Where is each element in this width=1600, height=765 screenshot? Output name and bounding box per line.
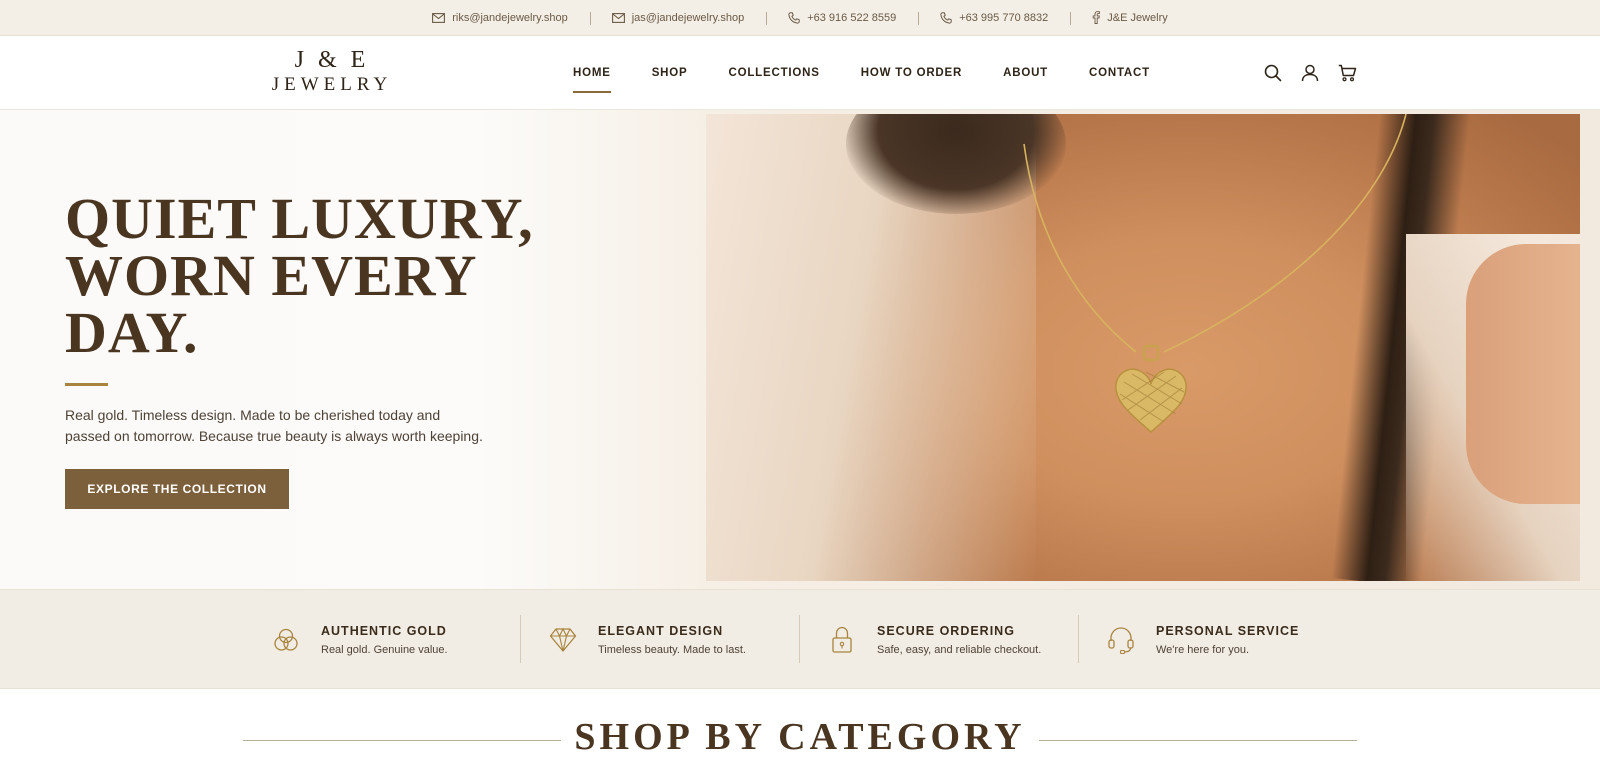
feature-title: ELEGANT DESIGN (598, 624, 724, 638)
shop-by-category-heading: SHOP BY CATEGORY (0, 710, 1600, 765)
feature-divider (1078, 615, 1079, 663)
nav-about[interactable]: ABOUT (1003, 36, 1048, 110)
feature-personal-service: PERSONAL SERVICE We're here for you. (1106, 590, 1299, 690)
feature-secure-ordering: SECURE ORDERING Safe, easy, and reliable… (827, 590, 1041, 690)
contact-email-2[interactable]: jas@jandejewelry.shop (589, 11, 766, 25)
nav-contact[interactable]: CONTACT (1089, 36, 1150, 110)
contact-phone-2[interactable]: +63 995 770 8832 (918, 11, 1070, 25)
heading-rule-right (1039, 740, 1357, 741)
hero-title-line-2: WORN EVERY (65, 243, 478, 308)
nav-home[interactable]: HOME (573, 36, 611, 110)
logo-line-2: JEWELRY (271, 74, 393, 95)
cart-icon[interactable] (1336, 62, 1358, 84)
necklace-pendant-graphic (1023, 114, 1407, 434)
mail-icon (611, 12, 625, 23)
phone-icon (788, 11, 800, 24)
search-icon[interactable] (1262, 62, 1284, 84)
feature-authentic-gold: AUTHENTIC GOLD Real gold. Genuine value. (271, 590, 448, 690)
hero-title: QUIET LUXURY, WORN EVERY DAY. (65, 186, 534, 365)
contact-facebook-text: J&E Jewelry (1107, 11, 1168, 24)
site-header: J & E JEWELRY HOME SHOP COLLECTIONS HOW … (0, 36, 1600, 110)
feature-subtitle: We're here for you. (1156, 644, 1249, 656)
nav-shop[interactable]: SHOP (652, 36, 688, 110)
contact-bar: riks@jandejewelry.shop jas@jandejewelry.… (0, 0, 1600, 36)
hero-description: Real gold. Timeless design. Made to be c… (65, 407, 483, 444)
feature-title: AUTHENTIC GOLD (321, 624, 447, 638)
feature-title: SECURE ORDERING (877, 624, 1015, 638)
nav-collections[interactable]: COLLECTIONS (729, 36, 820, 110)
facebook-icon (1092, 11, 1101, 24)
contact-facebook[interactable]: J&E Jewelry (1070, 11, 1190, 25)
phone-icon (940, 11, 952, 24)
explore-collection-button[interactable]: EXPLORE THE COLLECTION (65, 469, 289, 509)
contact-email-2-text: jas@jandejewelry.shop (631, 11, 745, 24)
contact-phone-2-text: +63 995 770 8832 (959, 11, 1049, 24)
nav-how-to-order[interactable]: HOW TO ORDER (861, 36, 962, 110)
lock-icon (827, 625, 857, 655)
feature-elegant-design: ELEGANT DESIGN Timeless beauty. Made to … (548, 590, 746, 690)
feature-divider (520, 615, 521, 663)
headset-icon (1106, 625, 1136, 655)
hero-divider (65, 383, 108, 386)
hero-title-line-1: QUIET LUXURY, (65, 186, 534, 251)
brand-logo[interactable]: J & E JEWELRY (262, 48, 402, 97)
section-title: SHOP BY CATEGORY (574, 716, 1026, 758)
mail-icon (432, 12, 446, 23)
contact-email-1[interactable]: riks@jandejewelry.shop (410, 12, 590, 24)
feature-title: PERSONAL SERVICE (1156, 624, 1300, 638)
feature-divider (799, 615, 800, 663)
diamond-icon (548, 625, 578, 655)
rings-icon (271, 625, 301, 655)
hero-title-line-3: DAY. (65, 300, 199, 365)
logo-line-1: J & E (294, 47, 370, 73)
hero-section: QUIET LUXURY, WORN EVERY DAY. Real gold.… (0, 110, 1600, 589)
feature-subtitle: Timeless beauty. Made to last. (598, 644, 746, 656)
main-nav: HOME SHOP COLLECTIONS HOW TO ORDER ABOUT… (573, 36, 1191, 110)
feature-subtitle: Real gold. Genuine value. (321, 644, 448, 656)
user-icon[interactable] (1299, 62, 1321, 84)
contact-email-1-text: riks@jandejewelry.shop (452, 11, 568, 24)
feature-subtitle: Safe, easy, and reliable checkout. (877, 644, 1042, 656)
contact-phone-1[interactable]: +63 916 522 8559 (766, 11, 918, 25)
header-actions (1262, 62, 1373, 84)
features-strip: AUTHENTIC GOLD Real gold. Genuine value.… (0, 589, 1600, 689)
hero-image-necklace-model (706, 114, 1580, 581)
contact-phone-1-text: +63 916 522 8559 (807, 11, 897, 24)
